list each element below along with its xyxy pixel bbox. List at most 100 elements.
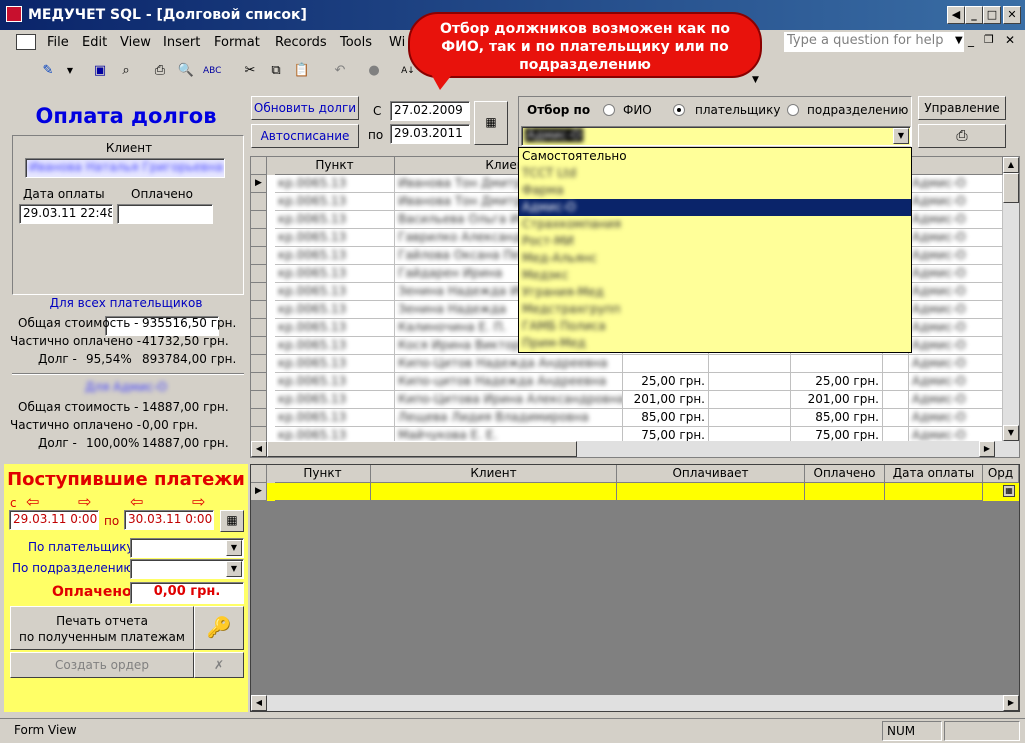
vertical-scrollbar[interactable]: ▲ ▼ <box>1003 157 1019 441</box>
chevron-down-icon[interactable]: ▼ <box>893 128 909 144</box>
dropdown-option[interactable]: Мед-Альянс <box>519 250 911 267</box>
doc-close-button[interactable]: ✕ <box>1005 33 1015 47</box>
pcol-payer[interactable]: Оплачивает <box>617 465 805 483</box>
dropdown-option[interactable]: Фарма <box>519 182 911 199</box>
create-order-button[interactable]: Создать ордер <box>10 652 194 678</box>
auto-writeoff-button[interactable]: Автосписание <box>251 124 359 148</box>
minimize-button[interactable]: _ <box>965 6 983 24</box>
pcol-order[interactable]: Орд <box>983 465 1019 483</box>
row-selector[interactable] <box>251 193 267 211</box>
copy-icon[interactable]: ⧉ <box>266 61 286 81</box>
doc-icon[interactable] <box>16 34 36 50</box>
table-cell[interactable]: Адмис-О <box>909 265 1003 283</box>
close-button[interactable]: ✕ <box>1003 6 1021 24</box>
row-selector[interactable] <box>251 211 267 229</box>
table-cell[interactable]: кр.0065.13 <box>275 247 395 265</box>
chevron-down-icon[interactable]: ▼ <box>955 35 963 46</box>
table-cell[interactable]: Адмис-О <box>909 427 1003 441</box>
table-cell[interactable]: 85,00 грн. <box>623 409 709 427</box>
undo-icon[interactable]: ↶ <box>330 61 350 81</box>
scroll-right-icon[interactable]: ▶ <box>1003 695 1019 711</box>
manage-button[interactable]: Управление <box>918 96 1006 120</box>
row-selector[interactable] <box>251 373 267 391</box>
table-cell[interactable] <box>883 427 909 441</box>
cut-icon[interactable]: ✂ <box>240 61 260 81</box>
table-row[interactable]: кр.0065.13 Кипо-Цитов Надежда Андреевна Ад… <box>251 355 1003 373</box>
chevron-down-icon[interactable]: ▼ <box>226 561 242 577</box>
dropdown-option[interactable]: Самостоятельно <box>519 148 911 165</box>
arrow-right-icon[interactable]: ⇨ <box>192 492 205 511</box>
dropdown-option[interactable]: Уграния-Мед <box>519 284 911 301</box>
doc-minimize-button[interactable]: _ <box>968 33 974 47</box>
table-cell[interactable] <box>791 355 883 373</box>
design-view-icon[interactable]: ✎ <box>38 61 58 81</box>
table-cell[interactable]: кр.0065.13 <box>275 409 395 427</box>
dropdown-option[interactable]: ГАМБ Полиса <box>519 318 911 335</box>
table-cell[interactable]: 201,00 грн. <box>791 391 883 409</box>
arrow-left-icon[interactable]: ⇦ <box>130 492 143 511</box>
table-cell[interactable]: Адмис-О <box>909 211 1003 229</box>
radio-payer[interactable] <box>673 104 685 116</box>
menu-format[interactable]: Format <box>214 35 260 50</box>
col-7[interactable] <box>909 157 1003 175</box>
table-cell[interactable]: кр.0065.13 <box>275 229 395 247</box>
table-cell[interactable]: 85,00 грн. <box>791 409 883 427</box>
scroll-left-icon[interactable]: ◀ <box>947 6 965 24</box>
table-cell[interactable]: кр.0065.13 <box>275 427 395 441</box>
table-cell[interactable]: Адмис-О <box>909 391 1003 409</box>
row-selector[interactable] <box>251 229 267 247</box>
table-row[interactable]: кр.0065.13 Майчукова Е. Е. 75,00 грн. 75,00… <box>251 427 1003 441</box>
table-cell[interactable]: 75,00 грн. <box>623 427 709 441</box>
dropdown-option[interactable]: Рост-МИ <box>519 233 911 250</box>
payments-to-field[interactable]: 30.03.11 0:00 <box>124 510 214 530</box>
dropdown-option[interactable]: Адмис-О <box>519 199 911 216</box>
table-cell[interactable]: кр.0065.13 <box>275 211 395 229</box>
table-cell[interactable] <box>883 409 909 427</box>
help-search-input[interactable]: Type a question for help <box>784 32 964 52</box>
dropdown-option[interactable]: Страхкомпания <box>519 216 911 233</box>
table-cell[interactable] <box>883 355 909 373</box>
row-selector[interactable]: ▶ <box>251 175 267 193</box>
row-selector[interactable] <box>251 265 267 283</box>
scroll-thumb[interactable] <box>1003 173 1019 203</box>
table-cell[interactable]: Кипо-Цитова Ирина Александровна <box>395 391 623 409</box>
table-cell[interactable]: Адмис-О <box>909 283 1003 301</box>
table-cell[interactable] <box>709 391 791 409</box>
table-cell[interactable]: кр.0065.13 <box>275 193 395 211</box>
menu-window[interactable]: Wi <box>389 35 405 50</box>
table-cell[interactable]: кр.0065.13 <box>275 301 395 319</box>
menu-records[interactable]: Records <box>275 35 327 50</box>
horizontal-scrollbar[interactable]: ◀ ▶ <box>251 441 1019 457</box>
scroll-up-icon[interactable]: ▲ <box>1003 157 1019 173</box>
filter-select[interactable]: Адмис-О <box>521 126 911 146</box>
table-cell[interactable]: Адмис-О <box>909 337 1003 355</box>
row-selector[interactable] <box>251 337 267 355</box>
p-horizontal-scrollbar[interactable]: ◀ ▶ <box>251 695 1019 711</box>
table-cell[interactable]: кр.0065.13 <box>275 319 395 337</box>
doc-restore-button[interactable]: ❐ <box>984 33 994 46</box>
table-cell[interactable]: Лещева Лидия Владимировна <box>395 409 623 427</box>
row-selector[interactable] <box>251 301 267 319</box>
row-selector[interactable] <box>251 427 267 441</box>
dropdown-option[interactable]: Прим-Мед <box>519 335 911 352</box>
table-cell[interactable] <box>709 427 791 441</box>
table-cell[interactable]: кр.0065.13 <box>275 265 395 283</box>
table-cell[interactable]: Адмис-О <box>909 229 1003 247</box>
scroll-right-icon[interactable]: ▶ <box>979 441 995 457</box>
spelling-icon[interactable]: ABC <box>202 61 222 81</box>
scroll-left-icon[interactable]: ◀ <box>251 695 267 711</box>
payments-from-field[interactable]: 29.03.11 0:00 <box>9 510 99 530</box>
paste-icon[interactable]: 📋 <box>292 61 312 81</box>
row-selector[interactable] <box>251 247 267 265</box>
table-row[interactable]: кр.0065.13 Кипо-цитов Надежда Андреевна 25… <box>251 373 1003 391</box>
file-search-icon[interactable]: ⌕ <box>116 61 136 81</box>
table-cell[interactable]: кр.0065.13 <box>275 175 395 193</box>
print-report-button[interactable]: Печать отчета по полученным платежам <box>10 606 194 650</box>
date-to-field[interactable]: 29.03.2011 <box>390 124 470 144</box>
menu-view[interactable]: View <box>120 35 151 50</box>
payment-date-field[interactable]: 29.03.11 22:48 <box>19 204 113 224</box>
table-cell[interactable] <box>709 373 791 391</box>
table-cell[interactable]: Адмис-О <box>909 175 1003 193</box>
disabled-action-icon[interactable]: ✗ <box>194 652 244 678</box>
row-selector[interactable] <box>251 355 267 373</box>
